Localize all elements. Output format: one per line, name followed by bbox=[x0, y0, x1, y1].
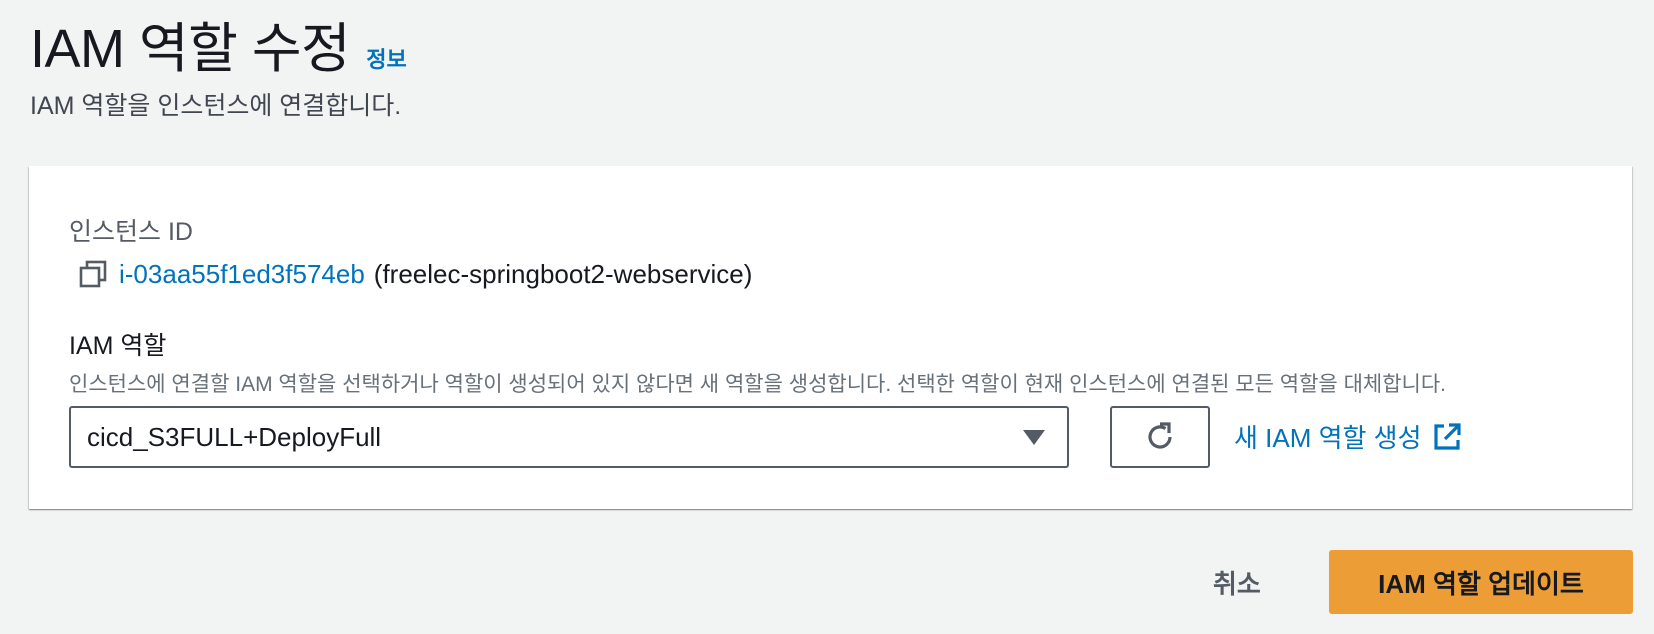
iam-role-selected-value: cicd_S3FULL+DeployFull bbox=[87, 421, 382, 452]
update-iam-role-button[interactable]: IAM 역할 업데이트 bbox=[1329, 550, 1633, 614]
iam-role-panel: 인스턴스 ID i-03aa55f1ed3f574eb (freelec-spr… bbox=[29, 166, 1632, 509]
external-link-icon bbox=[1433, 422, 1461, 450]
page-description: IAM 역할을 인스턴스에 연결합니다. bbox=[30, 92, 402, 120]
iam-role-select[interactable]: cicd_S3FULL+DeployFull bbox=[69, 406, 1069, 468]
iam-role-label: IAM 역할 bbox=[69, 332, 167, 360]
copy-icon[interactable] bbox=[77, 258, 109, 290]
refresh-icon bbox=[1148, 422, 1172, 449]
page-title: IAM 역할 수정 bbox=[30, 19, 351, 79]
cancel-button[interactable]: 취소 bbox=[1205, 560, 1269, 605]
info-link[interactable]: 정보 bbox=[366, 42, 406, 74]
create-iam-role-link[interactable]: 새 IAM 역할 생성 bbox=[1234, 418, 1462, 455]
instance-id-link[interactable]: i-03aa55f1ed3f574eb bbox=[119, 259, 365, 290]
page-header: IAM 역할 수정 정보 bbox=[30, 4, 407, 83]
instance-id-label: 인스턴스 ID bbox=[69, 218, 193, 246]
refresh-button[interactable] bbox=[1110, 406, 1210, 468]
instance-row: i-03aa55f1ed3f574eb (freelec-springboot2… bbox=[69, 258, 752, 290]
caret-down-icon bbox=[1023, 430, 1045, 445]
create-iam-role-label: 새 IAM 역할 생성 bbox=[1234, 423, 1422, 453]
instance-name: (freelec-springboot2-webservice) bbox=[373, 258, 753, 289]
iam-role-description: 인스턴스에 연결할 IAM 역할을 선택하거나 역할이 생성되어 있지 않다면 … bbox=[69, 373, 1447, 396]
